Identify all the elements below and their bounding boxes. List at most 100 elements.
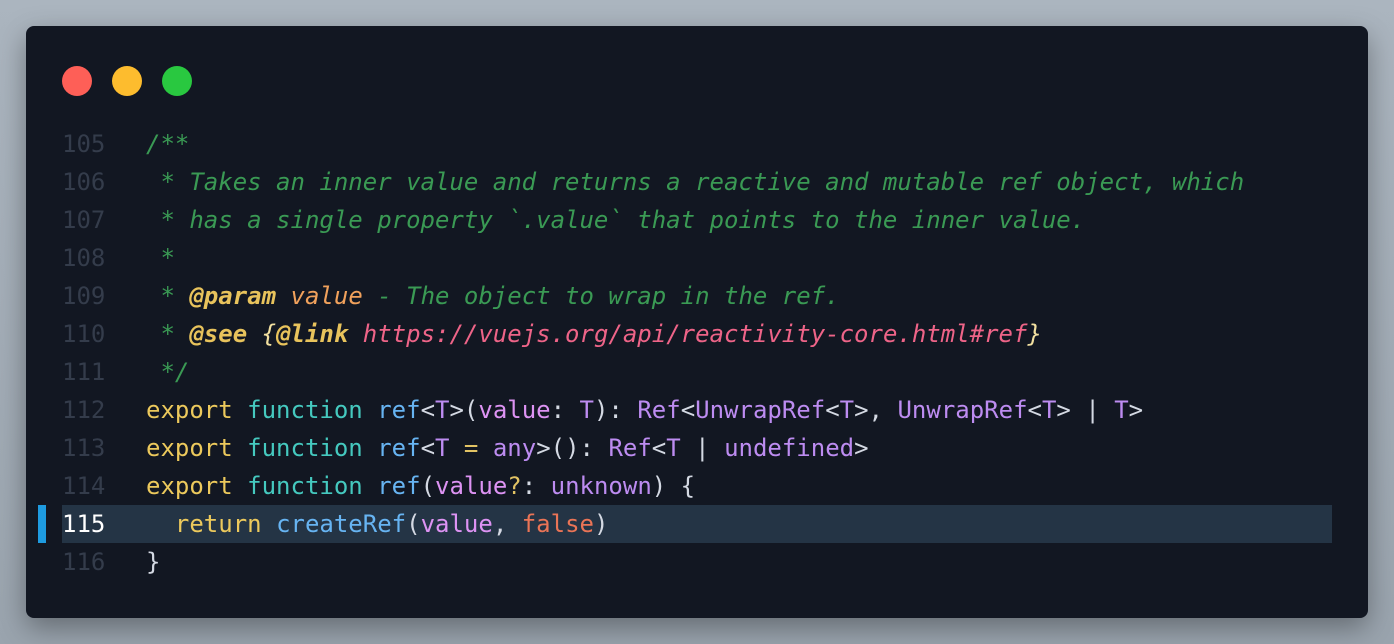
code-token: */: [146, 358, 190, 386]
code-editor[interactable]: 105 /** 106 * Takes an inner value and ret…: [26, 125, 1368, 581]
code-token: @see: [189, 320, 248, 348]
code-token: * has a single property `.value` that po…: [146, 206, 1086, 234]
code-token: T: [579, 396, 594, 424]
code-line[interactable]: 109 * @param value - The object to wrap …: [26, 277, 1368, 315]
code-token: @param: [189, 282, 277, 310]
code-token: ,: [492, 510, 522, 538]
line-number: 113: [62, 434, 106, 462]
line-content: return createRef(value, false): [146, 505, 609, 543]
line-content: */: [146, 353, 189, 391]
code-token: Ref: [637, 396, 681, 424]
line-content: }: [146, 543, 160, 581]
code-token: }: [1027, 320, 1042, 348]
line-number: 109: [62, 282, 106, 310]
code-token: T: [435, 434, 450, 462]
code-token: ref: [377, 396, 421, 424]
code-token: function: [247, 396, 363, 424]
code-line[interactable]: 114 export function ref(value?: unknown) …: [26, 467, 1368, 505]
code-token: >(: [449, 396, 479, 424]
line-content: * @see {@link https://vuejs.org/api/reac…: [146, 315, 1042, 353]
code-token: Ref: [608, 434, 652, 462]
minimize-button[interactable]: [112, 66, 142, 96]
code-token: T: [435, 396, 450, 424]
code-token: ):: [593, 396, 638, 424]
code-line[interactable]: 111 */: [26, 353, 1368, 391]
code-line[interactable]: 113 export function ref<T = any>(): Ref<T…: [26, 429, 1368, 467]
line-number: 106: [62, 168, 106, 196]
line-content: * has a single property `.value` that po…: [146, 201, 1085, 239]
code-token: (: [406, 510, 421, 538]
code-token: (: [420, 472, 436, 500]
code-token: T: [1041, 396, 1057, 424]
code-line[interactable]: 116}: [26, 543, 1368, 581]
code-token: export: [146, 396, 233, 424]
line-content: *: [146, 239, 175, 277]
line-content: * @param value - The object to wrap in t…: [146, 277, 840, 315]
code-token: ref: [377, 472, 421, 500]
code-token: UnwrapRef: [695, 396, 826, 424]
line-number: 114: [62, 472, 106, 500]
code-token: {: [261, 320, 277, 348]
code-token: - The object to wrap in the ref.: [362, 282, 840, 310]
code-token: /**: [146, 130, 190, 158]
code-token: value: [290, 282, 363, 310]
code-token: any: [492, 434, 537, 462]
code-token: :: [550, 396, 580, 424]
code-token: ): [593, 510, 609, 538]
code-token: https://vuejs.org/api/reactivity-core.ht…: [362, 320, 1028, 348]
code-line[interactable]: 115 return createRef(value, false): [26, 505, 1368, 543]
line-number: 116: [62, 548, 106, 576]
line-number: 105: [62, 130, 106, 158]
code-line[interactable]: 106 * Takes an inner value and returns a…: [26, 163, 1368, 201]
code-token: function: [247, 472, 363, 500]
code-token: >: [854, 434, 869, 462]
code-token: *: [146, 244, 175, 272]
code-token: T: [666, 434, 681, 462]
code-token: <: [651, 434, 667, 462]
code-token: *: [146, 320, 190, 348]
line-content: export function ref<T>(value: T): Ref<Un…: [146, 391, 1143, 429]
code-line[interactable]: 108 *: [26, 239, 1368, 277]
line-number: 108: [62, 244, 106, 272]
code-line[interactable]: 112 export function ref<T>(value: T): Ref…: [26, 391, 1368, 429]
code-token: <: [1027, 396, 1042, 424]
code-token: createRef: [276, 510, 407, 538]
code-line[interactable]: 107 * has a single property `.value` tha…: [26, 201, 1368, 239]
code-token: >: [1128, 396, 1144, 424]
line-number: 110: [62, 320, 106, 348]
code-token: * Takes an inner value and returns a rea…: [146, 168, 1245, 196]
line-content: export function ref(value?: unknown) {: [146, 467, 695, 505]
code-token: > |: [1056, 396, 1115, 424]
code-token: ?: [507, 472, 522, 500]
code-token: >():: [536, 434, 609, 462]
line-content: * Takes an inner value and returns a rea…: [146, 163, 1244, 201]
code-line[interactable]: 105 /**: [26, 125, 1368, 163]
code-line[interactable]: 110 * @see {@link https://vuejs.org/api/…: [26, 315, 1368, 353]
code-token: <: [825, 396, 840, 424]
code-token: export: [146, 472, 233, 500]
close-button[interactable]: [62, 66, 92, 96]
code-token: <: [680, 396, 696, 424]
code-token: false: [521, 510, 594, 538]
maximize-button[interactable]: [162, 66, 192, 96]
code-token: undefined: [724, 434, 855, 462]
code-token: value: [420, 510, 493, 538]
code-token: |: [680, 434, 725, 462]
line-number: 111: [62, 358, 106, 386]
code-token: ref: [377, 434, 421, 462]
code-token: value: [478, 396, 551, 424]
code-token: return: [174, 510, 262, 538]
code-token: T: [1114, 396, 1129, 424]
